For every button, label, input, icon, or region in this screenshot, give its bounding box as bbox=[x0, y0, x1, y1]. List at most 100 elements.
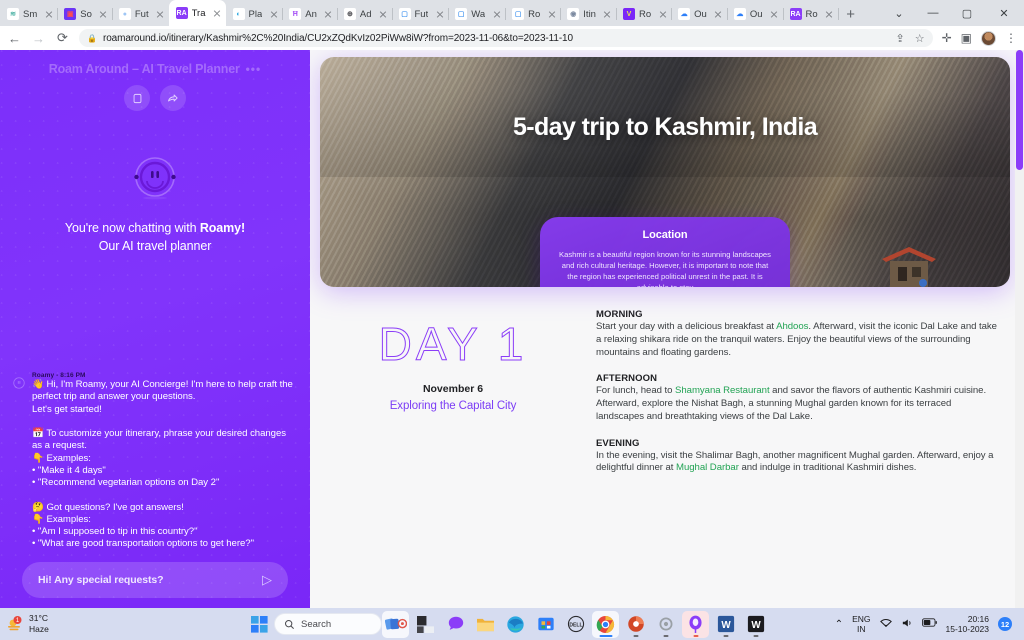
maximize-button[interactable]: ▢ bbox=[950, 0, 984, 26]
tab-close-icon[interactable] bbox=[768, 8, 781, 21]
place-link[interactable]: Mughal Darbar bbox=[676, 462, 739, 473]
edge-icon[interactable] bbox=[502, 611, 529, 638]
browser-tab[interactable]: ▢ Ro bbox=[505, 2, 562, 26]
tab-close-icon[interactable] bbox=[545, 8, 558, 21]
browser-tab[interactable]: RA Ro bbox=[783, 2, 839, 26]
side-panel-icon[interactable]: ▣ bbox=[961, 31, 972, 45]
forward-icon[interactable]: → bbox=[31, 31, 46, 46]
clock[interactable]: 20:16 15-10-2023 bbox=[946, 614, 989, 634]
taskview-icon[interactable] bbox=[382, 610, 409, 638]
settings-icon[interactable] bbox=[652, 611, 679, 638]
balloon-app-icon[interactable] bbox=[682, 610, 709, 638]
tab-close-icon[interactable] bbox=[211, 7, 224, 20]
tab-close-icon[interactable] bbox=[712, 8, 725, 21]
browser-tab[interactable]: ◐ Pla bbox=[226, 2, 284, 26]
tab-close-icon[interactable] bbox=[154, 8, 167, 21]
profile-avatar[interactable] bbox=[981, 30, 996, 46]
wifi-icon[interactable] bbox=[879, 618, 892, 631]
browser-tab[interactable]: ◉ Itin bbox=[560, 2, 617, 26]
new-tab-button[interactable]: + bbox=[838, 2, 864, 26]
tab-close-icon[interactable] bbox=[377, 8, 390, 21]
tab-close-icon[interactable] bbox=[823, 8, 836, 21]
svg-text:W: W bbox=[751, 620, 761, 631]
browser-tab[interactable]: ▢ Fut bbox=[392, 2, 450, 26]
hero-image: 5-day trip to Kashmir, India Location Ka… bbox=[320, 57, 1010, 287]
file-explorer-icon[interactable] bbox=[472, 611, 499, 638]
browser-tab[interactable]: ☁ Ou bbox=[671, 2, 728, 26]
back-icon[interactable]: ← bbox=[7, 31, 22, 46]
roamy-avatar-icon bbox=[127, 149, 183, 205]
chat-icon[interactable] bbox=[442, 611, 469, 638]
future-icon: ● bbox=[118, 8, 131, 20]
volume-icon[interactable] bbox=[901, 618, 913, 631]
segment-text: For lunch, head to Shamyana Restaurant a… bbox=[596, 385, 1000, 423]
share-button[interactable] bbox=[160, 85, 186, 111]
browser-tab[interactable]: ▢ Wa bbox=[448, 2, 507, 26]
new-chat-button[interactable] bbox=[124, 85, 150, 111]
browser-tab[interactable]: ☁ Ou bbox=[727, 2, 784, 26]
segment-label: EVENING bbox=[596, 437, 640, 449]
browser-tab[interactable]: ▣ So bbox=[57, 2, 113, 26]
language-indicator[interactable]: ENG IN bbox=[852, 614, 870, 634]
chrome-icon[interactable] bbox=[592, 610, 619, 638]
minimize-button[interactable]: — bbox=[916, 0, 950, 26]
share-arrow-icon bbox=[168, 94, 178, 102]
chat-message-list[interactable]: Roamy - 8:16 PM 👋 Hi, I'm Roamy, your AI… bbox=[0, 372, 310, 582]
browser-tab[interactable]: RA Tra bbox=[168, 0, 226, 26]
browser-tab[interactable]: ≋ Sm bbox=[0, 2, 59, 26]
tab-close-icon[interactable] bbox=[433, 8, 446, 21]
widgets-icon[interactable] bbox=[412, 611, 439, 638]
page-scrollbar[interactable] bbox=[1015, 50, 1024, 608]
running-app-indicator bbox=[753, 634, 758, 637]
powerpoint-icon[interactable] bbox=[622, 611, 649, 638]
active-app-indicator bbox=[599, 634, 612, 637]
tab-close-icon[interactable] bbox=[267, 8, 280, 21]
share-page-icon[interactable]: ⇪ bbox=[896, 32, 905, 45]
extensions-icon[interactable]: ✛ bbox=[942, 31, 952, 45]
close-window-button[interactable]: ✕ bbox=[984, 0, 1024, 26]
tab-title: Sm bbox=[23, 8, 38, 20]
wps-icon[interactable]: W bbox=[742, 611, 769, 638]
chat-menu-icon[interactable]: ••• bbox=[246, 62, 262, 76]
microsoft-store-icon[interactable] bbox=[532, 611, 559, 638]
weather-condition: Haze bbox=[29, 624, 49, 634]
tab-title: Tra bbox=[191, 7, 206, 19]
dell-icon[interactable]: DELL bbox=[562, 611, 589, 638]
bookmark-star-icon[interactable]: ☆ bbox=[915, 32, 925, 45]
notification-badge[interactable]: 12 bbox=[998, 617, 1012, 631]
tab-close-icon[interactable] bbox=[97, 8, 110, 21]
itinerary-segment: AFTERNOON For lunch, head to Shamyana Res… bbox=[596, 373, 1000, 423]
browser-tab[interactable]: Ħ An bbox=[282, 2, 338, 26]
running-app-indicator bbox=[723, 634, 728, 637]
battery-icon[interactable] bbox=[921, 618, 937, 630]
tab-close-icon[interactable] bbox=[322, 8, 335, 21]
compass-icon: ◉ bbox=[567, 8, 580, 20]
tab-title: An bbox=[305, 8, 317, 20]
chat-input[interactable]: Hi! Any special requests? ▷ bbox=[22, 562, 288, 598]
window-icon: ▢ bbox=[455, 8, 468, 20]
tray-expand-icon[interactable]: ⌃ bbox=[835, 619, 843, 630]
chrome-menu-icon[interactable]: ⋮ bbox=[1005, 31, 1017, 45]
stripe-icon: ≋ bbox=[7, 8, 19, 20]
word-icon[interactable]: W bbox=[712, 611, 739, 638]
tab-search-button[interactable]: ⌄ bbox=[882, 0, 916, 26]
start-button[interactable] bbox=[248, 613, 270, 635]
browser-tab[interactable]: V Ro bbox=[616, 2, 673, 26]
welcome-bot-name: Roamy! bbox=[199, 221, 246, 235]
taskbar-search[interactable]: Search bbox=[274, 613, 382, 635]
reload-icon[interactable]: ⟳ bbox=[55, 30, 70, 46]
tab-close-icon[interactable] bbox=[601, 8, 614, 21]
scrollbar-thumb[interactable] bbox=[1016, 50, 1023, 170]
tab-close-icon[interactable] bbox=[490, 8, 503, 21]
weather-widget[interactable]: 1 31°C Haze bbox=[6, 613, 49, 634]
browser-tab[interactable]: ● Fut bbox=[112, 2, 169, 26]
tab-close-icon[interactable] bbox=[42, 8, 55, 21]
place-link[interactable]: Ahdoos bbox=[776, 321, 808, 332]
tab-close-icon[interactable] bbox=[656, 8, 669, 21]
send-message-icon[interactable]: ▷ bbox=[262, 572, 272, 588]
url-input[interactable]: 🔒 roamaround.io/itinerary/Kashmir%2C%20I… bbox=[79, 29, 933, 47]
browser-tab[interactable]: ⊕ Ad bbox=[337, 2, 393, 26]
svg-text:DELL: DELL bbox=[569, 622, 582, 628]
url-text: roamaround.io/itinerary/Kashmir%2C%20Ind… bbox=[102, 32, 573, 44]
place-link[interactable]: Shamyana Restaurant bbox=[675, 385, 770, 396]
